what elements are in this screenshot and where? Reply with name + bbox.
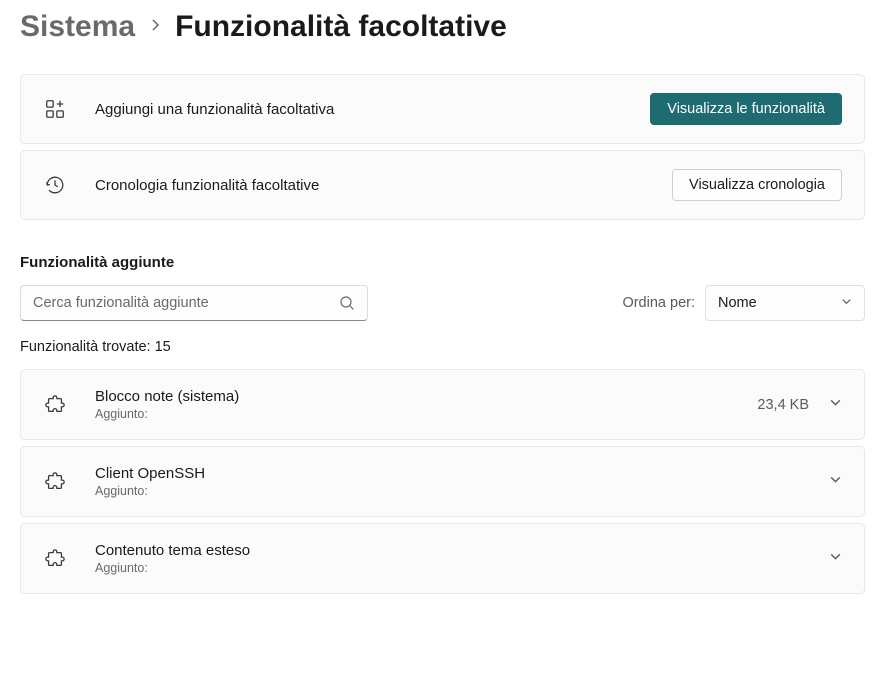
feature-name: Client OpenSSH bbox=[95, 465, 829, 482]
chevron-down-icon bbox=[829, 396, 842, 414]
search-input[interactable] bbox=[33, 295, 339, 311]
add-app-icon bbox=[43, 97, 67, 121]
sort-select[interactable]: Nome bbox=[705, 285, 865, 321]
chevron-down-icon bbox=[829, 473, 842, 491]
view-history-button[interactable]: Visualizza cronologia bbox=[672, 169, 842, 201]
sort-label: Ordina per: bbox=[622, 295, 695, 311]
feature-item[interactable]: Contenuto tema esteso Aggiunto: bbox=[20, 523, 865, 594]
features-list: Blocco note (sistema)Aggiunto:23,4 KBCli… bbox=[20, 369, 865, 594]
feature-body: Contenuto tema esteso Aggiunto: bbox=[95, 542, 829, 575]
add-feature-card: Aggiungi una funzionalità facoltativa Vi… bbox=[20, 74, 865, 144]
puzzle-icon bbox=[43, 547, 67, 571]
puzzle-icon bbox=[43, 470, 67, 494]
feature-sub: Aggiunto: bbox=[95, 407, 757, 421]
search-icon bbox=[339, 295, 355, 311]
history-card: Cronologia funzionalità facoltative Visu… bbox=[20, 150, 865, 220]
chevron-right-icon bbox=[149, 18, 161, 36]
feature-sub: Aggiunto: bbox=[95, 561, 829, 575]
feature-item[interactable]: Blocco note (sistema) Aggiunto:23,4 KB bbox=[20, 369, 865, 440]
puzzle-icon bbox=[43, 393, 67, 417]
feature-body: Blocco note (sistema) Aggiunto: bbox=[95, 388, 757, 421]
sort-value: Nome bbox=[718, 295, 757, 311]
feature-name: Contenuto tema esteso bbox=[95, 542, 829, 559]
sort-group: Ordina per: Nome bbox=[622, 285, 865, 321]
feature-name: Blocco note (sistema) bbox=[95, 388, 757, 405]
installed-heading: Funzionalità aggiunte bbox=[20, 254, 865, 271]
feature-sub: Aggiunto: bbox=[95, 484, 829, 498]
filter-row: Ordina per: Nome bbox=[20, 285, 865, 321]
feature-size: 23,4 KB bbox=[757, 397, 809, 413]
feature-item[interactable]: Client OpenSSH Aggiunto: bbox=[20, 446, 865, 517]
feature-body: Client OpenSSH Aggiunto: bbox=[95, 465, 829, 498]
breadcrumb-parent[interactable]: Sistema bbox=[20, 10, 135, 44]
results-count: Funzionalità trovate: 15 bbox=[20, 339, 865, 355]
view-features-button[interactable]: Visualizza le funzionalità bbox=[650, 93, 842, 125]
search-box[interactable] bbox=[20, 285, 368, 321]
page-title: Funzionalità facoltative bbox=[175, 10, 507, 44]
history-icon bbox=[43, 173, 67, 197]
add-feature-label: Aggiungi una funzionalità facoltativa bbox=[95, 101, 650, 118]
breadcrumb: Sistema Funzionalità facoltative bbox=[20, 10, 865, 44]
chevron-down-icon bbox=[841, 296, 852, 310]
chevron-down-icon bbox=[829, 550, 842, 568]
history-label: Cronologia funzionalità facoltative bbox=[95, 177, 672, 194]
